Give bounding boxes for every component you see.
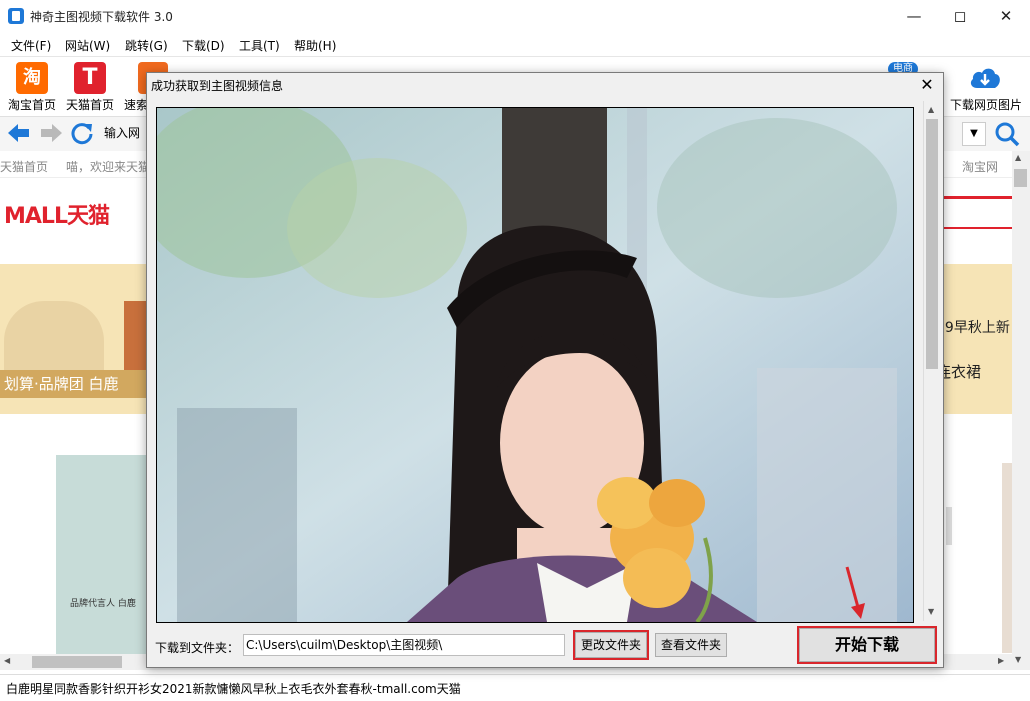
dropdown-arrow-icon[interactable]: ▼ bbox=[962, 122, 986, 146]
taobao-icon: 淘 bbox=[16, 62, 48, 94]
taobao-home-button[interactable]: 淘 淘宝首页 bbox=[8, 62, 62, 114]
tab-taobao[interactable]: 淘宝网 bbox=[962, 158, 998, 175]
search-icon[interactable] bbox=[994, 121, 1020, 147]
address-input[interactable]: 输入网 bbox=[104, 121, 144, 145]
dialog-title: 成功获取到主图视频信息 bbox=[151, 79, 284, 93]
product-image[interactable] bbox=[56, 455, 146, 654]
change-folder-button[interactable]: 更改文件夹 bbox=[573, 630, 649, 660]
folder-path-input[interactable]: C:\Users\cuilm\Desktop\主图视频\ bbox=[243, 634, 565, 656]
tmall-logo[interactable]: MALL天猫 bbox=[4, 198, 110, 230]
scroll-down-icon[interactable]: ▼ bbox=[1015, 655, 1021, 664]
view-folder-button[interactable]: 查看文件夹 bbox=[655, 633, 727, 657]
menu-website[interactable]: 网站(W) bbox=[65, 37, 110, 54]
speed-label: 速索 bbox=[124, 98, 149, 112]
promo-model-image[interactable] bbox=[4, 301, 104, 381]
back-arrow-icon[interactable] bbox=[6, 121, 32, 145]
welcome-text: 喵，欢迎来天猫 bbox=[66, 160, 151, 174]
dialog-scrollbar[interactable]: ▲ ▼ bbox=[923, 101, 940, 621]
product-image-right[interactable] bbox=[1002, 463, 1012, 653]
cloud-download-icon bbox=[970, 68, 1000, 88]
promo-text-left[interactable]: 划算·品牌团 白鹿 bbox=[0, 370, 150, 398]
tmall-home-button[interactable]: T 天猫首页 bbox=[66, 62, 120, 114]
tab-tmall-home[interactable]: 天猫首页 bbox=[0, 158, 48, 175]
product-caption: 品牌代言人 白鹿 bbox=[70, 599, 136, 609]
promo-text-right-1[interactable]: 29早秋上新 bbox=[936, 317, 1010, 337]
start-download-button[interactable]: 开始下载 bbox=[797, 626, 937, 664]
dialog-scroll-thumb[interactable] bbox=[926, 119, 938, 369]
tmall-label: 天猫首页 bbox=[66, 98, 115, 112]
window-title: 神奇主图视频下载软件 3.0 bbox=[30, 10, 173, 24]
menu-download[interactable]: 下载(D) bbox=[182, 37, 225, 54]
download-images-label: 下载网页图片 bbox=[950, 98, 1023, 112]
download-images-button[interactable]: 下载网页图片 bbox=[948, 62, 1026, 114]
page-vertical-scrollbar[interactable]: ▲ ▼ bbox=[1012, 151, 1030, 670]
video-preview[interactable] bbox=[156, 107, 914, 623]
scroll-up-icon[interactable]: ▲ bbox=[1015, 153, 1021, 162]
menu-tools[interactable]: 工具(T) bbox=[239, 37, 280, 54]
dialog-scroll-up-icon[interactable]: ▲ bbox=[928, 105, 934, 114]
taobao-label: 淘宝首页 bbox=[8, 98, 57, 112]
scroll-right-icon[interactable]: ▶ bbox=[998, 656, 1004, 665]
tmall-icon: T bbox=[74, 62, 106, 94]
refresh-icon[interactable] bbox=[70, 121, 94, 145]
close-button[interactable]: ✕ bbox=[983, 0, 1029, 32]
promo-model-image-2[interactable] bbox=[124, 301, 148, 381]
app-icon bbox=[8, 8, 24, 24]
h-scroll-thumb[interactable] bbox=[32, 656, 122, 668]
preview-image bbox=[157, 108, 913, 622]
dialog-close-button[interactable]: ✕ bbox=[913, 73, 941, 97]
arrow-annotation-icon bbox=[845, 566, 865, 619]
speed-button[interactable]: 速索 bbox=[124, 62, 168, 114]
menu-file[interactable]: 文件(F) bbox=[11, 37, 51, 54]
dialog-scroll-down-icon[interactable]: ▼ bbox=[928, 607, 934, 616]
menu-help[interactable]: 帮助(H) bbox=[294, 37, 336, 54]
menu-jump[interactable]: 跳转(G) bbox=[125, 37, 168, 54]
side-marker bbox=[946, 507, 952, 545]
scroll-thumb[interactable] bbox=[1014, 169, 1027, 187]
scroll-left-icon[interactable]: ◀ bbox=[4, 656, 10, 665]
status-bar: 白鹿明星同款香影针织开衫女2021新款慵懒风早秋上衣毛衣外套春秋-tmall.c… bbox=[0, 674, 1030, 701]
forward-arrow-icon[interactable] bbox=[38, 121, 64, 145]
maximize-button[interactable]: ◻ bbox=[937, 0, 983, 32]
video-info-dialog: 成功获取到主图视频信息 ✕ ▲ ▼ 下载到文件夹： C:\Users\cuilm… bbox=[146, 72, 944, 668]
minimize-button[interactable]: — bbox=[891, 0, 937, 32]
status-text: 白鹿明星同款香影针织开衫女2021新款慵懒风早秋上衣毛衣外套春秋-tmall.c… bbox=[6, 682, 461, 696]
folder-label: 下载到文件夹： bbox=[155, 641, 240, 655]
